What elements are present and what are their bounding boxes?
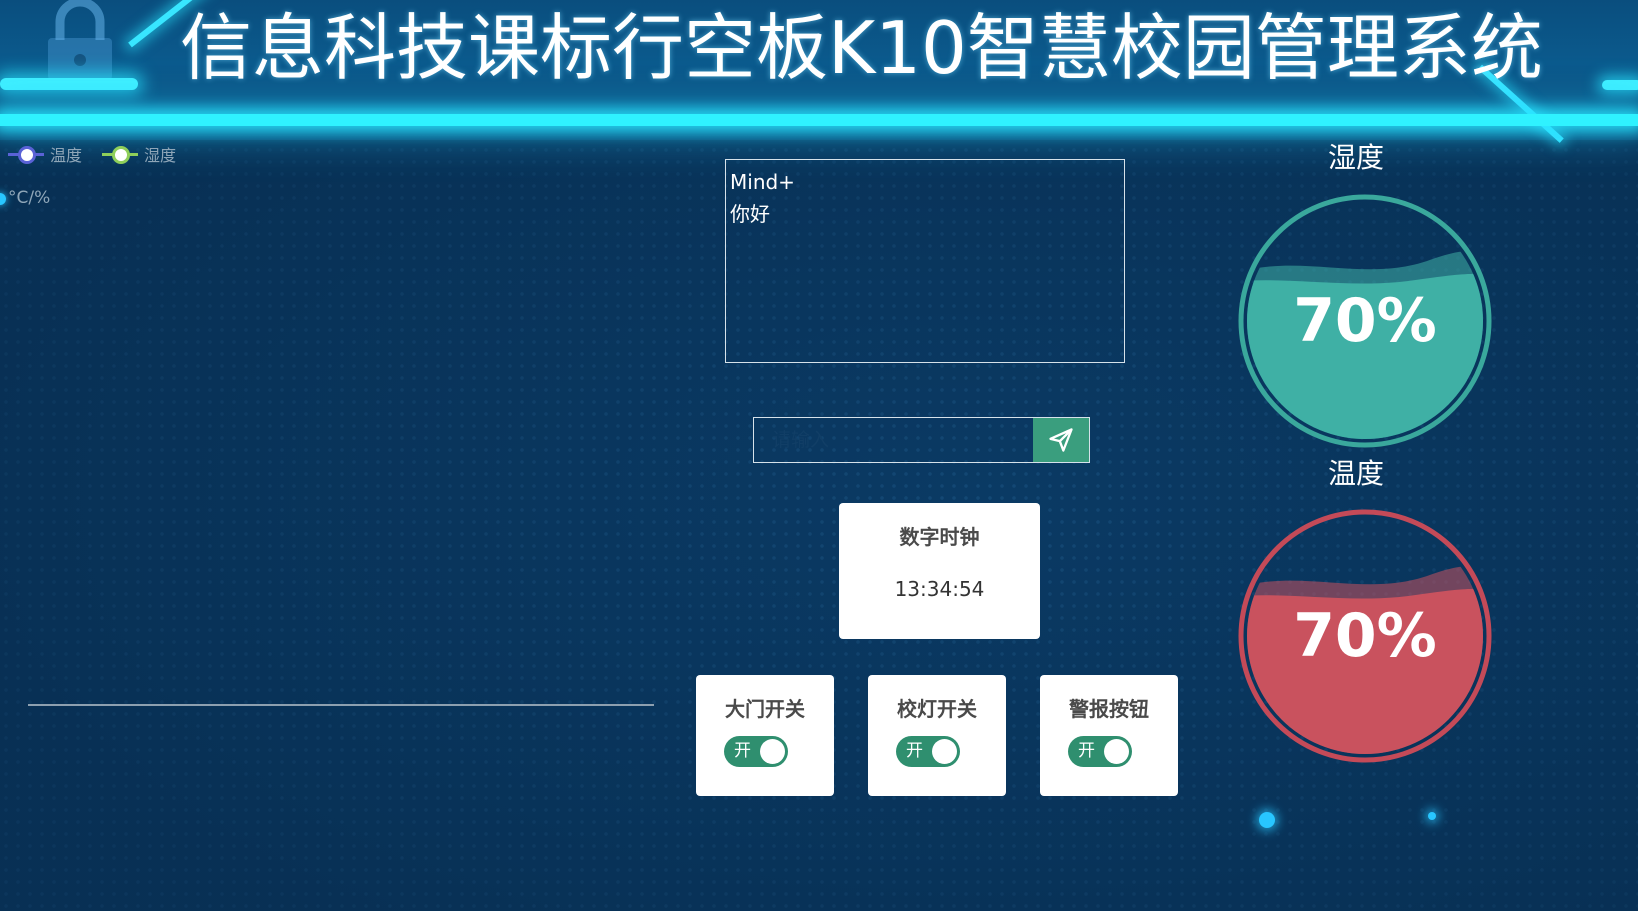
- temperature-gauge: 70%: [1234, 505, 1496, 767]
- toggle-state-label: 开: [1078, 741, 1095, 761]
- campus-light-toggle[interactable]: 开: [896, 736, 960, 767]
- temperature-value: 70%: [1293, 601, 1437, 671]
- switch-title: 警报按钮: [1069, 697, 1149, 721]
- alarm-toggle[interactable]: 开: [1068, 736, 1132, 767]
- alarm-switch-card: 警报按钮 开: [1040, 675, 1178, 796]
- gate-switch-card: 大门开关 开: [696, 675, 834, 796]
- toggle-knob: [1104, 739, 1129, 764]
- switch-title: 校灯开关: [897, 697, 977, 721]
- header-decor-bar: [1602, 80, 1638, 90]
- legend-item-temperature[interactable]: 温度: [8, 142, 82, 166]
- header-bar: 信息科技课标行空板K10智慧校园管理系统: [0, 0, 1638, 143]
- toggle-knob: [760, 739, 785, 764]
- decor-glow-dot: [1259, 812, 1275, 828]
- send-button[interactable]: [1033, 418, 1089, 462]
- legend-label: 湿度: [144, 146, 177, 165]
- campus-light-switch-card: 校灯开关 开: [868, 675, 1006, 796]
- chart-x-axis: [28, 704, 654, 706]
- toggle-knob: [932, 739, 957, 764]
- header-decor-bar: [0, 78, 138, 90]
- humidity-gauge-label: 湿度: [1327, 141, 1384, 174]
- paper-plane-icon: [1049, 428, 1073, 452]
- legend-item-humidity[interactable]: 湿度: [102, 142, 176, 166]
- chat-message-box: Mind+ 你好: [725, 159, 1125, 363]
- chart-legend: 温度 湿度: [8, 142, 176, 166]
- axis-unit-label: °C/%: [8, 188, 51, 208]
- digital-clock-card: 数字时钟 13:34:54: [839, 503, 1040, 639]
- humidity-value: 70%: [1293, 286, 1437, 356]
- toggle-state-label: 开: [734, 741, 751, 761]
- header-glow-divider: [0, 114, 1638, 126]
- chat-input[interactable]: [754, 418, 1033, 462]
- legend-swatch: [8, 144, 44, 164]
- chat-message: 你好: [730, 202, 770, 226]
- chat-message: Mind+: [730, 170, 795, 194]
- clock-title: 数字时钟: [899, 525, 980, 549]
- page-title: 信息科技课标行空板K10智慧校园管理系统: [180, 6, 1543, 90]
- legend-swatch: [102, 144, 139, 164]
- gate-toggle[interactable]: 开: [724, 736, 788, 767]
- lock-icon: [48, 0, 112, 80]
- legend-label: 温度: [50, 146, 83, 165]
- decor-glow-dot: [1428, 812, 1436, 820]
- toggle-state-label: 开: [906, 741, 923, 761]
- chat-input-group: [753, 417, 1090, 463]
- humidity-gauge: 70%: [1234, 190, 1496, 452]
- temperature-gauge-label: 温度: [1327, 457, 1384, 490]
- switch-title: 大门开关: [725, 697, 805, 721]
- clock-time: 13:34:54: [894, 577, 985, 601]
